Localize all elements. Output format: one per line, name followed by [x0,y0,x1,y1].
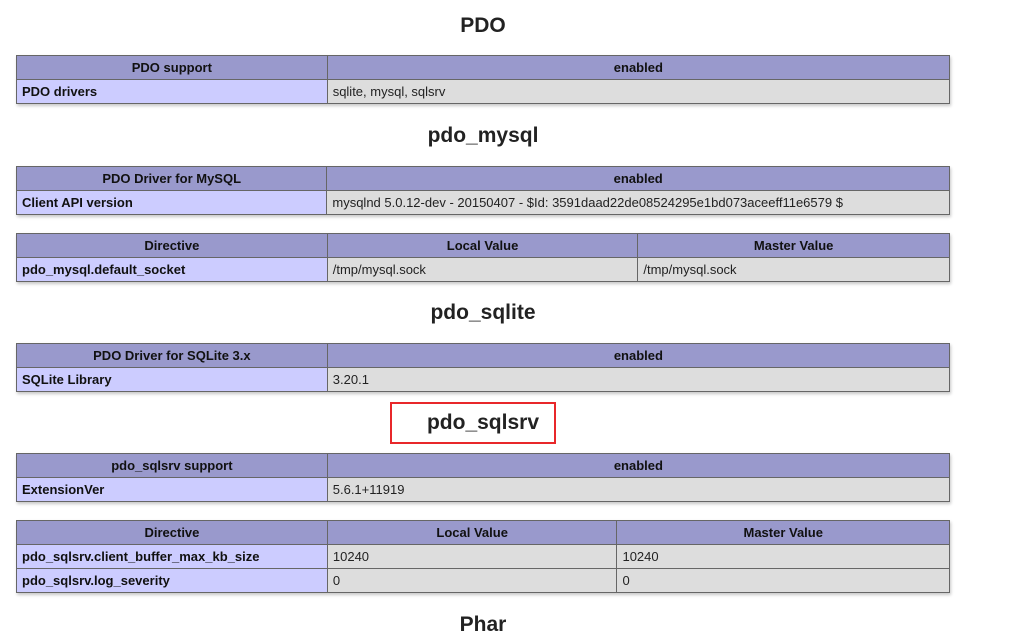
table-header-row: Directive Local Value Master Value [16,520,950,545]
header-cell: enabled [326,166,950,191]
table-header-row: pdo_sqlsrv support enabled [16,453,951,478]
header-cell: Master Value [637,233,950,258]
header-cell: enabled [326,343,951,368]
table-row: ExtensionVer 5.6.1+11919 [16,477,951,502]
key-cell: pdo_sqlsrv.client_buffer_max_kb_size [16,544,328,569]
value-cell: 0 [616,568,950,593]
header-cell: enabled [326,453,951,478]
value-cell: sqlite, mysql, sqlsrv [326,79,951,104]
header-cell: PDO Driver for SQLite 3.x [16,343,328,368]
header-cell: pdo_sqlsrv support [16,453,328,478]
header-cell: Local Value [326,520,618,545]
value-cell: 5.6.1+11919 [326,477,951,502]
section-title-pdo-sqlsrv: pdo_sqlsrv [426,411,540,434]
phpinfo-page: PDO PDO support enabled PDO drivers sqli… [0,0,1010,635]
header-cell: PDO Driver for MySQL [15,166,328,191]
pdo-mysql-directives-table: Directive Local Value Master Value pdo_m… [16,233,950,282]
header-cell: enabled [326,55,951,80]
key-cell: PDO drivers [16,79,328,104]
section-title-pdo: PDO [460,14,506,37]
table-row: pdo_sqlsrv.client_buffer_max_kb_size 102… [16,544,950,569]
pdo-sqlsrv-info-table: pdo_sqlsrv support enabled ExtensionVer … [16,453,951,502]
table-row: PDO drivers sqlite, mysql, sqlsrv [16,79,951,104]
header-cell: Directive [16,520,328,545]
value-cell: mysqlnd 5.0.12-dev - 20150407 - $Id: 359… [326,190,950,215]
value-cell: 0 [326,568,618,593]
header-cell: Master Value [616,520,950,545]
table-row: SQLite Library 3.20.1 [16,367,951,392]
table-header-row: PDO support enabled [16,55,951,80]
value-cell: 3.20.1 [326,367,951,392]
header-cell: Local Value [326,233,639,258]
value-cell: 10240 [616,544,950,569]
key-cell: pdo_sqlsrv.log_severity [16,568,328,593]
table-row: pdo_mysql.default_socket /tmp/mysql.sock… [16,257,950,282]
section-title-pdo-mysql: pdo_mysql [427,124,539,147]
key-cell: pdo_mysql.default_socket [16,257,328,282]
pdo-sqlsrv-directives-table: Directive Local Value Master Value pdo_s… [16,520,950,593]
value-cell: /tmp/mysql.sock [637,257,950,282]
key-cell: Client API version [15,190,328,215]
table-header-row: PDO Driver for MySQL enabled [15,166,950,191]
value-cell: 10240 [326,544,618,569]
value-cell: /tmp/mysql.sock [326,257,639,282]
pdo-sqlite-info-table: PDO Driver for SQLite 3.x enabled SQLite… [16,343,951,392]
table-row: pdo_sqlsrv.log_severity 0 0 [16,568,950,593]
section-title-pdo-sqlite: pdo_sqlite [430,301,536,324]
section-title-phar: Phar [459,613,507,635]
pdo-mysql-info-table: PDO Driver for MySQL enabled Client API … [15,166,950,215]
key-cell: SQLite Library [16,367,328,392]
header-cell: PDO support [16,55,328,80]
key-cell: ExtensionVer [16,477,328,502]
header-cell: Directive [16,233,328,258]
pdo-info-table: PDO support enabled PDO drivers sqlite, … [16,55,951,104]
table-row: Client API version mysqlnd 5.0.12-dev - … [15,190,950,215]
table-header-row: PDO Driver for SQLite 3.x enabled [16,343,951,368]
table-header-row: Directive Local Value Master Value [16,233,950,258]
